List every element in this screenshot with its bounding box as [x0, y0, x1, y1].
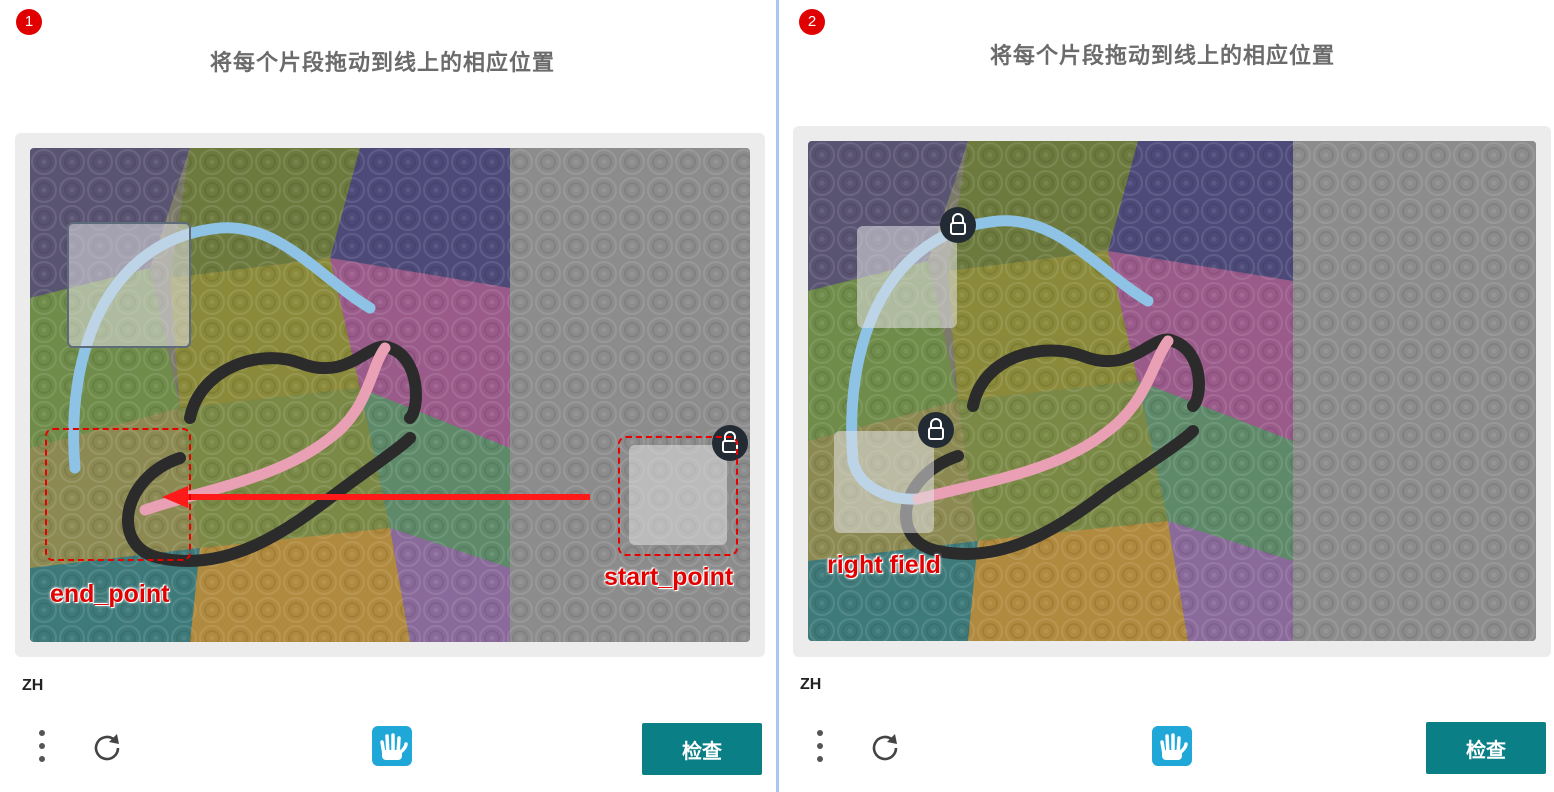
lock-icon	[918, 412, 954, 448]
captcha-panel-1: 1 将每个片段拖动到线上的相应位置 end_point start_point …	[0, 0, 776, 792]
captcha-panel-2: 2 将每个片段拖动到线上的相应位置 right field ZH 检查	[780, 0, 1554, 792]
vertical-dots-icon[interactable]	[814, 730, 826, 770]
check-button[interactable]: 检查	[642, 723, 762, 775]
end-point-marker	[45, 428, 191, 561]
start-point-label: start_point	[604, 563, 734, 591]
instruction-title: 将每个片段拖动到线上的相应位置	[990, 44, 1336, 69]
refresh-icon[interactable]	[90, 730, 126, 766]
step-badge-1: 1	[16, 9, 42, 35]
panel-divider	[776, 0, 779, 792]
refresh-icon[interactable]	[868, 730, 904, 766]
check-button[interactable]: 检查	[1426, 722, 1546, 774]
language-switcher[interactable]: ZH	[22, 677, 43, 695]
instruction-title: 将每个片段拖动到线上的相应位置	[210, 51, 556, 76]
vertical-dots-icon[interactable]	[36, 730, 48, 770]
placed-segment[interactable]	[67, 222, 191, 348]
start-point-marker	[618, 436, 738, 556]
right-field-label: right field	[827, 551, 941, 579]
language-switcher[interactable]: ZH	[800, 676, 821, 694]
hand-logo-icon	[1146, 720, 1198, 772]
hand-logo-icon	[366, 720, 418, 772]
end-point-label: end_point	[50, 580, 170, 608]
step-badge-2: 2	[799, 9, 825, 35]
lock-icon	[940, 207, 976, 243]
